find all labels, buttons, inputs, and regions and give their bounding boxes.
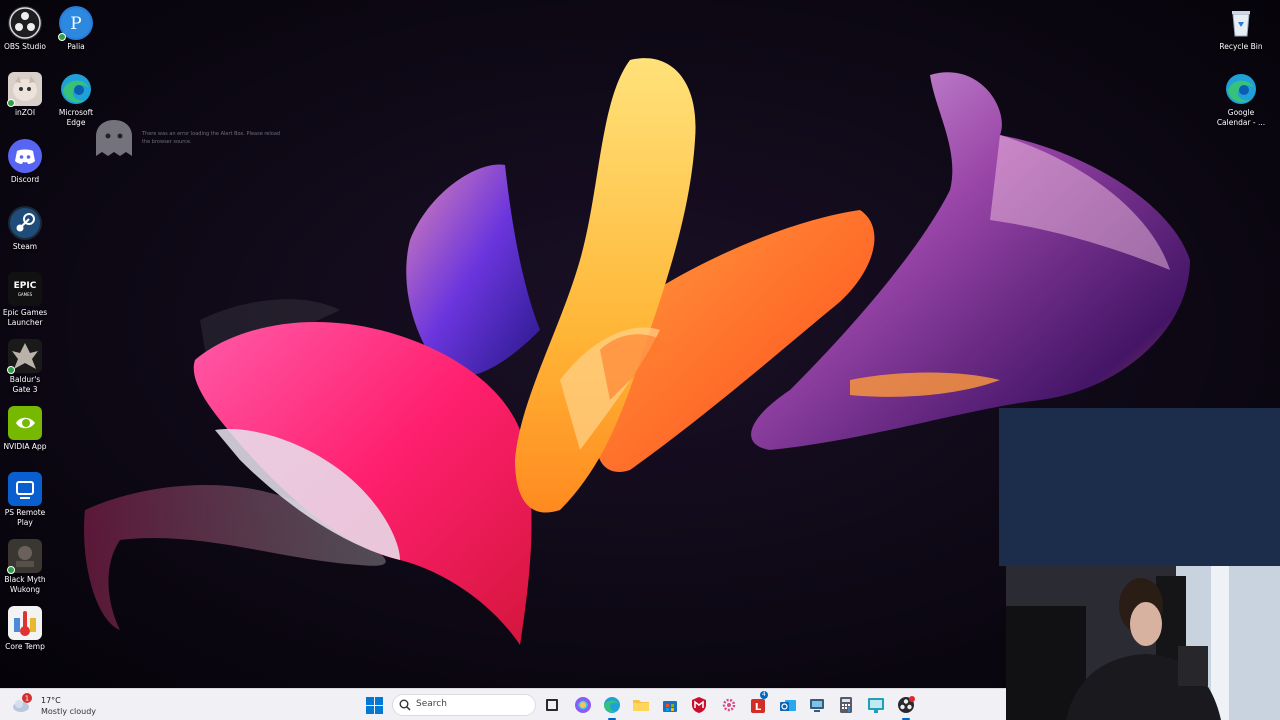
desktop-icon-label: Google Calendar - ...: [1216, 108, 1266, 127]
weather-widget[interactable]: 1 17°C Mostly cloudy: [8, 693, 118, 717]
obs-studio-icon: [8, 6, 42, 40]
monitor-app-icon[interactable]: [867, 696, 885, 714]
desktop-icon-label: Recycle Bin: [1219, 42, 1263, 51]
stream-overlay-panel: [999, 408, 1280, 566]
discord-icon: [8, 139, 42, 173]
obs-studio-icon: [898, 696, 915, 713]
desktop-icon-label: Discord: [10, 175, 40, 184]
desktop-icon-obs-studio[interactable]: OBS Studio: [0, 6, 50, 52]
desktop-icon-label: Epic Games Launcher: [2, 308, 48, 327]
outlook-icon[interactable]: [779, 696, 797, 714]
weather-condition: Mostly cloudy: [41, 707, 96, 716]
svg-text:L: L: [755, 702, 762, 713]
palia-icon: P: [58, 6, 93, 41]
remote-desktop-icon[interactable]: [808, 696, 826, 714]
file-explorer-icon[interactable]: [632, 696, 650, 714]
taskbar-edge[interactable]: [603, 696, 621, 720]
edge-icon: [604, 697, 620, 713]
recycle-bin-icon: [1224, 6, 1258, 40]
svg-text:GAMES: GAMES: [18, 292, 33, 297]
epic-games-icon: EPIC GAMES: [8, 272, 42, 306]
calculator-icon[interactable]: [837, 696, 855, 714]
microsoft-store-icon[interactable]: [661, 696, 679, 714]
windows-start-icon[interactable]: [366, 697, 383, 714]
edge-icon: [59, 72, 93, 106]
taskbar-search-box[interactable]: Search: [392, 694, 536, 716]
ghost-icon: [96, 120, 132, 156]
notification-count-badge: 4: [760, 691, 768, 699]
sync-badge-icon: [7, 366, 15, 374]
alert-box-error-text: There was an error loading the Alert Box…: [142, 131, 281, 145]
desktop-icon-label: PS Remote Play: [4, 508, 46, 527]
desktop-icon-label: Steam: [12, 242, 38, 251]
black-myth-wukong-icon: [7, 539, 42, 574]
task-view-icon[interactable]: [543, 696, 561, 714]
desktop-icon-label: NVIDIA App: [3, 442, 47, 451]
desktop-icon-nvidia-app[interactable]: NVIDIA App: [0, 406, 50, 452]
ps-remote-play-icon: [8, 472, 42, 506]
inzoi-icon: [7, 72, 42, 107]
desktop-icon-google-calendar[interactable]: Google Calendar - ...: [1216, 72, 1266, 128]
taskbar-lastpass[interactable]: L 4: [750, 691, 768, 714]
desktop-icon-label: OBS Studio: [4, 42, 46, 51]
weather-temperature: 17°C: [41, 696, 61, 705]
baldurs-gate-icon: [7, 339, 42, 374]
alert-badge-icon: 1: [22, 693, 32, 703]
nvidia-icon: [8, 406, 42, 440]
taskbar-obs-studio[interactable]: [897, 696, 915, 720]
edge-shortcut-icon: [1224, 72, 1258, 106]
gear-app-icon[interactable]: [720, 696, 738, 714]
desktop-icon-label: inZOI: [14, 108, 36, 117]
desktop-icon-label: Core Temp: [5, 642, 45, 651]
desktop-icon-label: Black Myth Wukong: [4, 575, 46, 594]
desktop-icon-discord[interactable]: Discord: [0, 139, 50, 185]
desktop-icon-inzoi[interactable]: inZOI: [0, 72, 50, 118]
copilot-icon[interactable]: [574, 696, 592, 714]
mcafee-icon[interactable]: [690, 696, 708, 714]
desktop-icon-label: Palia: [67, 42, 85, 51]
svg-text:EPIC: EPIC: [14, 281, 37, 291]
desktop-icon-core-temp[interactable]: Core Temp: [0, 606, 50, 652]
desktop-icon-label: Baldur's Gate 3: [9, 375, 41, 394]
svg-text:P: P: [70, 14, 81, 34]
alert-count: 1: [25, 695, 29, 703]
taskbar: 1 17°C Mostly cloudy Search L 4: [0, 688, 1006, 720]
sync-badge-icon: [7, 99, 15, 107]
desktop-icon-ps-remote-play[interactable]: PS Remote Play: [0, 472, 50, 528]
desktop-icon-steam[interactable]: Steam: [0, 206, 50, 252]
sync-badge-icon: [7, 566, 15, 574]
desktop-icon-palia[interactable]: P Palia: [51, 6, 101, 52]
desktop-icon-epic-games[interactable]: EPIC GAMES Epic Games Launcher: [0, 272, 50, 328]
search-icon: [399, 699, 411, 711]
desktop-icon-black-myth-wukong[interactable]: Black Myth Wukong: [0, 539, 50, 595]
webcam-feed: [1006, 566, 1280, 720]
desktop-icon-recycle-bin[interactable]: Recycle Bin: [1216, 6, 1266, 52]
search-placeholder: Search: [416, 699, 447, 709]
core-temp-icon: [8, 606, 42, 640]
steam-icon: [8, 206, 42, 240]
sync-badge-icon: [58, 33, 66, 41]
desktop-icon-baldurs-gate-3[interactable]: Baldur's Gate 3: [0, 339, 50, 395]
alert-box-error: There was an error loading the Alert Box…: [92, 118, 282, 160]
